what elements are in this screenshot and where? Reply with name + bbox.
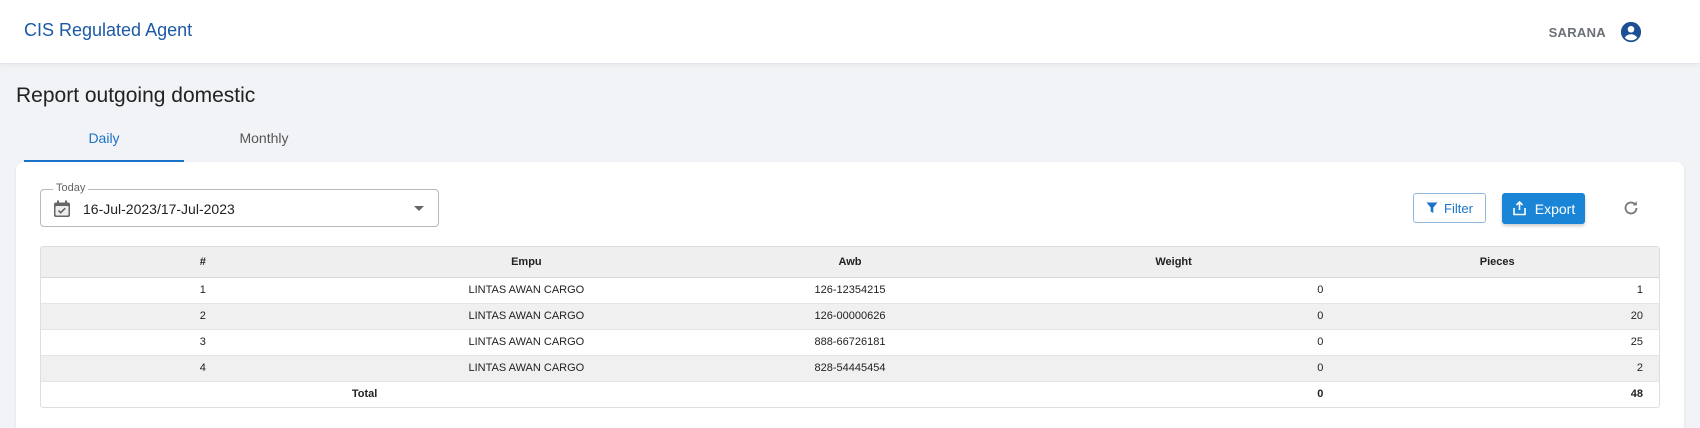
cell-number: 1: [41, 277, 365, 304]
report-card: Today 16-Jul-2023/17-Jul-2023 Filter Exp…: [16, 162, 1684, 428]
cell-weight: 0: [1011, 355, 1336, 382]
cell-awb: 828-54445454: [688, 355, 1012, 382]
filter-button[interactable]: Filter: [1413, 193, 1486, 223]
cell-awb: 126-12354215: [688, 277, 1012, 304]
date-range-select[interactable]: Today 16-Jul-2023/17-Jul-2023: [40, 182, 439, 227]
top-app-bar: CIS Regulated Agent SARANA: [0, 0, 1700, 64]
date-range-value: 16-Jul-2023/17-Jul-2023: [83, 201, 235, 217]
page-title: Report outgoing domestic: [16, 84, 256, 107]
column-header-pieces[interactable]: Pieces: [1335, 247, 1659, 278]
table-row[interactable]: 2 LINTAS AWAN CARGO 126-00000626 0 20: [41, 303, 1659, 330]
export-icon: [1512, 201, 1526, 216]
filter-icon: [1426, 202, 1438, 213]
table-row[interactable]: 1 LINTAS AWAN CARGO 126-12354215 0 1: [41, 277, 1659, 304]
cell-number: 3: [41, 329, 365, 356]
dropdown-caret-icon[interactable]: [414, 206, 424, 211]
app-title[interactable]: CIS Regulated Agent: [24, 20, 192, 41]
column-header-awb[interactable]: Awb: [688, 247, 1012, 278]
user-name[interactable]: SARANA: [1549, 25, 1606, 40]
tab-monthly[interactable]: Monthly: [184, 118, 344, 162]
cell-empu: LINTAS AWAN CARGO: [364, 303, 689, 330]
cell-pieces: 1: [1335, 277, 1659, 304]
cell-pieces: 2: [1335, 355, 1659, 382]
tab-daily[interactable]: Daily: [24, 118, 184, 162]
table-header-row: # Empu Awb Weight Pieces: [41, 247, 1659, 278]
column-header-weight[interactable]: Weight: [1011, 247, 1336, 278]
cell-awb: 126-00000626: [688, 303, 1012, 330]
export-button[interactable]: Export: [1502, 193, 1585, 224]
filter-label: Filter: [1444, 200, 1473, 216]
cell-pieces: 20: [1335, 303, 1659, 330]
cell-weight: 0: [1011, 277, 1336, 304]
cell-empu: LINTAS AWAN CARGO: [364, 329, 689, 356]
cell-number: 2: [41, 303, 365, 330]
table-row[interactable]: 3 LINTAS AWAN CARGO 888-66726181 0 25: [41, 329, 1659, 356]
cell-number: 4: [41, 355, 365, 382]
account-circle-icon[interactable]: [1620, 21, 1642, 43]
cell-weight: 0: [1011, 303, 1336, 330]
column-header-empu[interactable]: Empu: [364, 247, 689, 278]
report-table: # Empu Awb Weight Pieces 1 LINTAS AWAN C…: [40, 246, 1660, 408]
cell-weight: 0: [1011, 329, 1336, 356]
refresh-icon[interactable]: [1622, 199, 1640, 217]
cell-pieces: 25: [1335, 329, 1659, 356]
total-pieces: 48: [1630, 388, 1643, 401]
total-awb-empty: [688, 381, 1012, 407]
calendar-icon: [54, 200, 70, 217]
date-range-label: Today: [53, 182, 89, 194]
table-row[interactable]: 4 LINTAS AWAN CARGO 828-54445454 0 2: [41, 355, 1659, 382]
cell-empu: LINTAS AWAN CARGO: [364, 277, 689, 304]
total-weight: 0: [1317, 388, 1324, 401]
table-total-row: Total 0 48: [41, 381, 1659, 407]
cell-awb: 888-66726181: [688, 329, 1012, 356]
export-label: Export: [1534, 200, 1576, 217]
report-tabs: Daily Monthly: [24, 118, 344, 162]
total-label: Total: [351, 388, 378, 401]
cell-empu: LINTAS AWAN CARGO: [364, 355, 689, 382]
column-header-number[interactable]: #: [41, 247, 365, 278]
